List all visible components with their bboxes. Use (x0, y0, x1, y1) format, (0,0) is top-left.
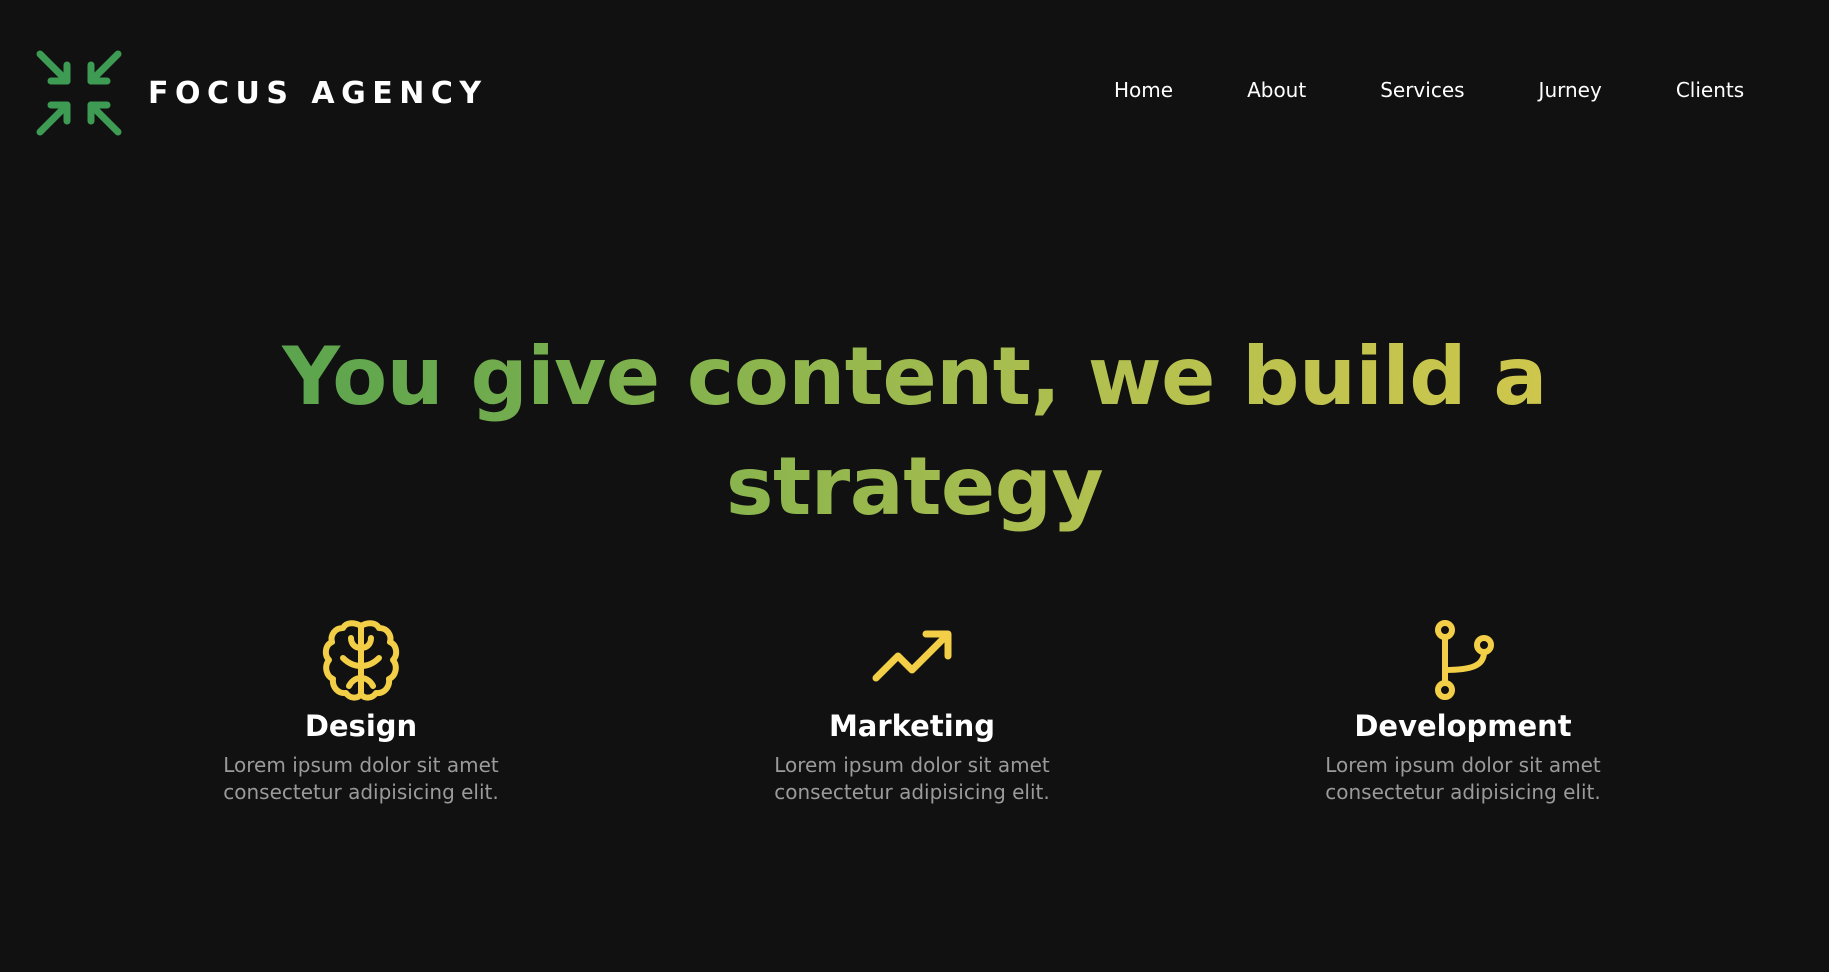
hero-heading-line-1: You give content, we build a (0, 322, 1829, 432)
nav-item-services[interactable]: Services (1380, 78, 1464, 102)
nav-item-jurney[interactable]: Jurney (1539, 78, 1602, 102)
brand-logo[interactable]: FOCUS AGENCY (36, 50, 488, 136)
service-description: Lorem ipsum dolor sit amet consectetur a… (1263, 752, 1663, 806)
service-description-line-1: Lorem ipsum dolor sit amet (774, 753, 1050, 777)
nav-item-clients[interactable]: Clients (1676, 78, 1744, 102)
brain-icon (322, 620, 400, 701)
service-description-line-1: Lorem ipsum dolor sit amet (1325, 753, 1601, 777)
trending-up-icon (872, 630, 952, 682)
service-description-line-2: consectetur adipisicing elit. (774, 780, 1050, 804)
service-design: Design Lorem ipsum dolor sit amet consec… (161, 618, 561, 806)
nav-item-home[interactable]: Home (1114, 78, 1173, 102)
brand-name: FOCUS AGENCY (148, 75, 488, 111)
compress-arrows-icon (36, 50, 122, 136)
service-marketing: Marketing Lorem ipsum dolor sit amet con… (712, 618, 1112, 806)
service-description-line-1: Lorem ipsum dolor sit amet (223, 753, 499, 777)
service-description: Lorem ipsum dolor sit amet consectetur a… (161, 752, 561, 806)
git-branch-icon (1435, 620, 1494, 700)
nav-item-about[interactable]: About (1247, 78, 1306, 102)
service-title: Marketing (828, 709, 996, 743)
service-title: Development (1354, 709, 1572, 743)
service-description-line-2: consectetur adipisicing elit. (223, 780, 499, 804)
service-description: Lorem ipsum dolor sit amet consectetur a… (712, 752, 1112, 806)
service-title: Design (304, 709, 418, 743)
service-development: Development Lorem ipsum dolor sit amet c… (1263, 618, 1663, 806)
hero-heading: You give content, we build a strategy (0, 322, 1829, 542)
landing-page: FOCUS AGENCY Home About Services Jurney … (0, 0, 1829, 972)
hero-heading-line-2: strategy (0, 432, 1829, 542)
main-nav: Home About Services Jurney Clients (1114, 78, 1744, 102)
service-description-line-2: consectetur adipisicing elit. (1325, 780, 1601, 804)
